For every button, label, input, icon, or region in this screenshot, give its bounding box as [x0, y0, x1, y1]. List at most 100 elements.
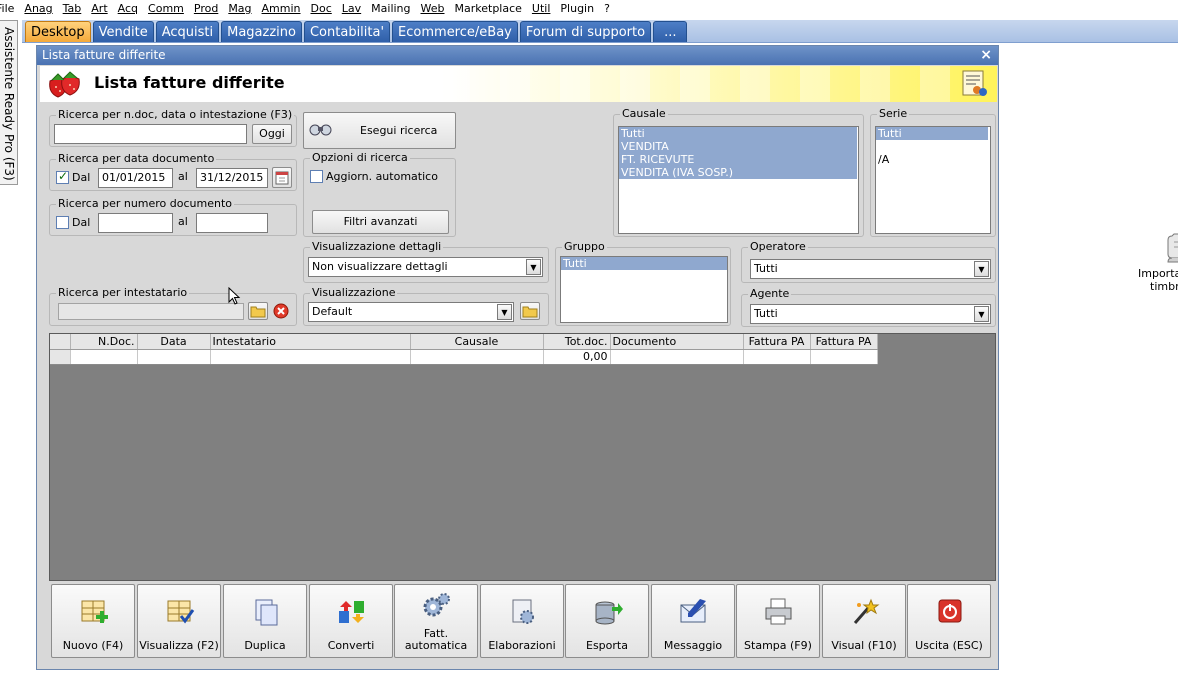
agente-select[interactable]: Tutti ▼ [750, 304, 991, 324]
view-button-label: Visualizza (F2) [139, 639, 219, 652]
menu-ammin[interactable]: Ammin [257, 0, 306, 17]
tab-forum[interactable]: Forum di supporto [519, 21, 652, 42]
serie-item[interactable] [876, 140, 990, 153]
col-totdoc[interactable]: Tot.doc. [543, 334, 611, 350]
action-toolbar: Nuovo (F4) Visualizza (F2) Duplica Conve… [49, 584, 996, 661]
new-button[interactable]: Nuovo (F4) [51, 584, 135, 658]
new-document-icon [81, 600, 108, 623]
menu-file[interactable]: File [0, 0, 19, 17]
menu-util[interactable]: Util [527, 0, 555, 17]
invoice-grid[interactable]: N.Doc. Data Intestatario Causale Tot.doc… [49, 333, 996, 581]
col-ndoc[interactable]: N.Doc. [70, 334, 138, 350]
menu-web[interactable]: Web [416, 0, 450, 17]
cell-documento [610, 349, 744, 365]
menu-acq[interactable]: Acq [113, 0, 143, 17]
number-from-input[interactable] [98, 213, 173, 233]
menu-mag[interactable]: Mag [223, 0, 256, 17]
tab-vendite[interactable]: Vendite [92, 21, 154, 42]
number-to-input[interactable] [196, 213, 268, 233]
tab-ecommerce[interactable]: Ecommerce/eBay [392, 21, 518, 42]
causale-item[interactable]: VENDITA (IVA SOSP.) [619, 166, 857, 179]
window-titlebar: Lista fatture differite × [37, 46, 998, 65]
scroll-icon [1167, 233, 1178, 263]
processing-button[interactable]: Elaborazioni [480, 584, 564, 658]
desktop-shortcut[interactable]: Importaz timbrat [1132, 232, 1178, 293]
agente-group: Agente Tutti ▼ [741, 287, 996, 327]
serie-item[interactable]: /A [876, 153, 990, 166]
gruppo-group: Gruppo Tutti [555, 240, 731, 326]
new-button-label: Nuovo (F4) [62, 639, 124, 652]
calendar-button[interactable] [272, 167, 292, 188]
menu-help[interactable]: ? [599, 0, 615, 17]
date-from-checkbox[interactable] [56, 169, 69, 184]
view-select[interactable]: Default ▼ [308, 302, 514, 322]
convert-button[interactable]: Converti [309, 584, 393, 658]
view-folder-button[interactable] [520, 302, 540, 320]
tab-desktop[interactable]: Desktop [25, 21, 91, 42]
col-data[interactable]: Data [137, 334, 211, 350]
date-from-input[interactable]: 01/01/2015 [98, 168, 173, 188]
view-button[interactable]: Visualizza (F2) [137, 584, 221, 658]
col-intestatario[interactable]: Intestatario [210, 334, 411, 350]
tab-magazzino[interactable]: Magazzino [221, 21, 302, 42]
tab-more[interactable]: ... [653, 21, 688, 42]
menu-anag[interactable]: Anag [19, 0, 57, 17]
cell-fattura-pa-2 [810, 349, 878, 365]
auto-update-checkbox[interactable] [310, 170, 323, 183]
causale-item[interactable]: Tutti [619, 127, 857, 140]
holder-browse-button[interactable] [248, 302, 268, 320]
today-button[interactable]: Oggi [252, 124, 292, 144]
gruppo-list[interactable]: Tutti [560, 256, 728, 323]
menu-comm[interactable]: Comm [143, 0, 189, 17]
details-view-select[interactable]: Non visualizzare dettagli ▼ [308, 257, 543, 277]
window-title: Lista fatture differite [42, 48, 166, 62]
close-icon[interactable]: × [980, 46, 992, 65]
menu-marketplace[interactable]: Marketplace [450, 0, 527, 17]
date-to-input[interactable]: 31/12/2015 [196, 168, 268, 188]
number-from-checkbox[interactable] [56, 216, 69, 229]
visual-button[interactable]: Visual (F10) [822, 584, 906, 658]
serie-list[interactable]: Tutti /A [875, 126, 991, 234]
agente-legend: Agente [748, 287, 792, 301]
chevron-down-icon: ▼ [526, 259, 541, 275]
duplicate-button-label: Duplica [244, 639, 286, 652]
print-button[interactable]: Stampa (F9) [736, 584, 820, 658]
tab-acquisti[interactable]: Acquisti [155, 21, 220, 42]
desktop-shortcut-label-1: Importaz [1138, 267, 1178, 280]
search-ndoc-input[interactable] [54, 124, 247, 144]
menu-tab[interactable]: Tab [58, 0, 87, 17]
search-options-legend: Opzioni di ricerca [310, 151, 410, 165]
causale-item[interactable]: VENDITA [619, 140, 857, 153]
cell-intestatario [210, 349, 411, 365]
operatore-select[interactable]: Tutti ▼ [750, 259, 991, 279]
run-search-button[interactable]: Esegui ricerca [303, 112, 456, 149]
menu-lav[interactable]: Lav [337, 0, 366, 17]
serie-item[interactable]: Tutti [876, 127, 988, 140]
menubar: File Anag Tab Art Acq Comm Prod Mag Ammi… [0, 0, 1178, 17]
col-fattura-pa-2[interactable]: Fattura PA [810, 334, 878, 350]
tab-contabilita[interactable]: Contabilita' [303, 21, 391, 42]
duplicate-button[interactable]: Duplica [223, 584, 307, 658]
menu-art[interactable]: Art [86, 0, 112, 17]
export-button[interactable]: Esporta [565, 584, 649, 658]
search-holder-legend: Ricerca per intestatario [56, 286, 190, 300]
menu-plugin[interactable]: Plugin [555, 0, 599, 17]
menu-mailing[interactable]: Mailing [366, 0, 415, 17]
col-fattura-pa[interactable]: Fattura PA [743, 334, 811, 350]
search-date-group: Ricerca per data documento Dal 01/01/201… [49, 152, 297, 191]
exit-button[interactable]: Uscita (ESC) [907, 584, 991, 658]
menu-doc[interactable]: Doc [306, 0, 337, 17]
message-button[interactable]: Messaggio [651, 584, 735, 658]
table-row[interactable]: 0,00 [50, 349, 878, 365]
auto-invoice-button[interactable]: Fatt. automatica [394, 584, 478, 658]
advanced-filters-button[interactable]: Filtri avanzati [312, 210, 449, 234]
assistant-side-panel[interactable]: Assistente Ready Pro (F3) [0, 20, 18, 185]
gruppo-item[interactable]: Tutti [561, 257, 727, 270]
holder-input[interactable] [58, 303, 244, 320]
col-causale[interactable]: Causale [410, 334, 544, 350]
col-documento[interactable]: Documento [610, 334, 744, 350]
causale-list[interactable]: Tutti VENDITA FT. RICEVUTE VENDITA (IVA … [618, 126, 859, 234]
causale-item[interactable]: FT. RICEVUTE [619, 153, 857, 166]
menu-prod[interactable]: Prod [189, 0, 223, 17]
holder-clear-button[interactable] [272, 302, 290, 320]
